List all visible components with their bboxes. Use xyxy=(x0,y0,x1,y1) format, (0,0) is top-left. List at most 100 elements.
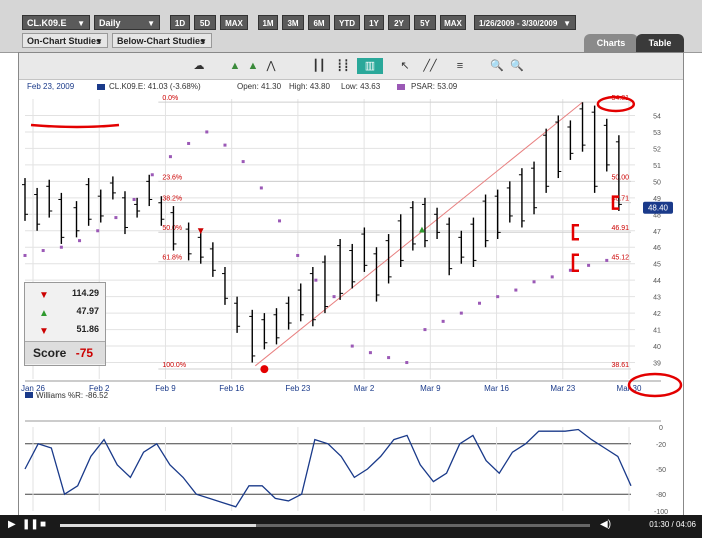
chevron-down-icon: ▼ xyxy=(147,19,155,28)
play-icon[interactable]: ▶ xyxy=(8,519,16,530)
legend-value: 51.86 xyxy=(76,324,99,334)
range-1y-button[interactable]: 1Y xyxy=(364,15,384,30)
range-3m-button[interactable]: 3M xyxy=(282,15,304,30)
annotation-dot xyxy=(260,365,269,374)
legend-value: 47.97 xyxy=(76,306,99,316)
zoom-in-icon[interactable]: 🔍 xyxy=(489,58,505,74)
period-dropdown[interactable]: Daily ▼ xyxy=(94,15,160,30)
buy-signal-icon: ▼ xyxy=(39,290,49,301)
psar-dot xyxy=(150,173,154,177)
psar-dot xyxy=(259,186,263,190)
candle-chart-icon[interactable]: ┋┋ xyxy=(333,58,353,74)
volume-icon[interactable]: ◀) xyxy=(600,519,611,530)
psar-dot xyxy=(368,351,372,355)
psar-dot xyxy=(387,356,391,360)
legend-row: ▼ 51.86 xyxy=(25,321,105,337)
psar-dot xyxy=(496,295,500,299)
fibonacci-tool-icon[interactable]: ≡ xyxy=(447,58,473,74)
price-chart[interactable]: 54535251504948474645444342414039Jan 26 Fe… xyxy=(19,79,683,519)
signal-legend-box: ▼ 114.29 ▲ 47.97 ▼ 51.86 Score -75 xyxy=(24,282,106,366)
annotation-bracket xyxy=(571,253,579,272)
y-tick-label: 43 xyxy=(653,295,661,302)
y-tick-label: 44 xyxy=(653,278,661,285)
psar-dot xyxy=(332,295,336,299)
legend-row: ▼ 114.29 xyxy=(25,285,105,301)
chevron-down-icon: ▼ xyxy=(95,37,103,46)
stop-icon[interactable]: ■ xyxy=(40,519,46,530)
mountain-chart-alt-icon[interactable]: ▲ xyxy=(245,58,261,74)
range-6m-button[interactable]: 6M xyxy=(308,15,330,30)
psar-dot xyxy=(168,155,172,159)
pause-icon[interactable]: ❚❚ xyxy=(22,519,39,530)
psar-dot xyxy=(587,263,591,267)
y-tick-label: 54 xyxy=(653,113,661,120)
range-ytd-button[interactable]: YTD xyxy=(334,15,360,30)
video-player-bar: ▶ ❚❚ ■ ◀) 01:30 / 04:06 xyxy=(0,515,702,538)
psar-dot xyxy=(41,249,45,253)
x-tick-label: Mar 2 xyxy=(354,384,375,393)
x-tick-label: Mar 9 xyxy=(420,384,441,393)
psar-dot xyxy=(241,160,245,164)
psar-dot xyxy=(532,280,536,284)
psar-dot xyxy=(550,275,554,279)
range-5y-button[interactable]: 5Y xyxy=(414,15,436,30)
fib-value-label: 45.12 xyxy=(611,255,629,262)
x-tick-label: Feb 23 xyxy=(285,384,310,393)
bar-chart-icon[interactable]: ┃┃ xyxy=(309,58,329,74)
symbol-dropdown[interactable]: CL.K09.E ▼ xyxy=(22,15,90,30)
psar-dot xyxy=(114,216,118,220)
psar-dot xyxy=(187,141,191,145)
psar-dot xyxy=(350,344,354,348)
buy-signal-icon: ▲ xyxy=(417,224,427,235)
fib-percent-label: 100.0% xyxy=(162,362,186,369)
score-value: -75 xyxy=(75,346,94,360)
annotation-underline xyxy=(30,123,120,129)
pointer-icon[interactable]: ↖ xyxy=(397,58,413,74)
y-tick-label: 46 xyxy=(653,245,661,252)
psar-dot xyxy=(405,361,409,365)
range-5d-button[interactable]: 5D xyxy=(194,15,216,30)
psar-dot xyxy=(514,288,518,292)
chevron-down-icon: ▼ xyxy=(77,19,85,28)
psar-dot xyxy=(96,229,100,233)
tab-charts[interactable]: Charts xyxy=(584,34,638,52)
video-progress-bar[interactable] xyxy=(60,524,590,527)
range-max-intraday-button[interactable]: MAX xyxy=(220,15,248,30)
psar-dot xyxy=(223,143,227,147)
williams-y-tick: -50 xyxy=(656,467,666,474)
line-chart-icon[interactable]: ⋀ xyxy=(263,58,279,74)
y-tick-label: 40 xyxy=(653,344,661,351)
y-tick-label: 45 xyxy=(653,262,661,269)
y-tick-label: 51 xyxy=(653,163,661,170)
cloud-comment-icon[interactable]: ☁ xyxy=(189,58,209,74)
chevron-down-icon: ▼ xyxy=(199,37,207,46)
y-tick-label: 47 xyxy=(653,229,661,236)
psar-dot xyxy=(132,197,136,201)
video-progress-fill xyxy=(60,524,257,527)
tab-table[interactable]: Table xyxy=(636,34,684,52)
range-2y-button[interactable]: 2Y xyxy=(388,15,410,30)
range-1m-button[interactable]: 1M xyxy=(258,15,278,30)
range-max-button[interactable]: MAX xyxy=(440,15,466,30)
chevron-down-icon: ▼ xyxy=(563,19,571,28)
psar-dot xyxy=(278,219,282,223)
top-toolbar: CL.K09.E ▼ Daily ▼ 1D 5D MAX 1M 3M 6M YTD … xyxy=(0,0,702,53)
last-price-label: 48.40 xyxy=(648,204,669,213)
score-row: Score -75 xyxy=(25,341,105,364)
fib-value-label: 46.91 xyxy=(611,225,629,232)
on-chart-studies-dropdown[interactable]: On-Chart Studies ▼ xyxy=(22,33,108,48)
zoom-out-icon[interactable]: 🔍 xyxy=(509,58,525,74)
x-tick-label: Feb 16 xyxy=(219,384,244,393)
below-chart-studies-dropdown[interactable]: Below-Chart Studies ▼ xyxy=(112,33,212,48)
range-1d-button[interactable]: 1D xyxy=(170,15,190,30)
psar-dot xyxy=(568,268,572,272)
psar-dot xyxy=(314,278,318,282)
psar-dot xyxy=(296,253,300,257)
psar-dot xyxy=(423,328,427,332)
trendline-tool-icon[interactable]: ╱╱ xyxy=(417,58,443,74)
down-triangle-icon: ▼ xyxy=(39,326,49,337)
mountain-chart-icon[interactable]: ▲ xyxy=(227,58,243,74)
williams-y-tick: -20 xyxy=(656,442,666,449)
ohlc-chart-icon[interactable]: ▥ xyxy=(357,58,383,74)
date-range-dropdown[interactable]: 1/26/2009 - 3/30/2009 ▼ xyxy=(474,15,576,30)
